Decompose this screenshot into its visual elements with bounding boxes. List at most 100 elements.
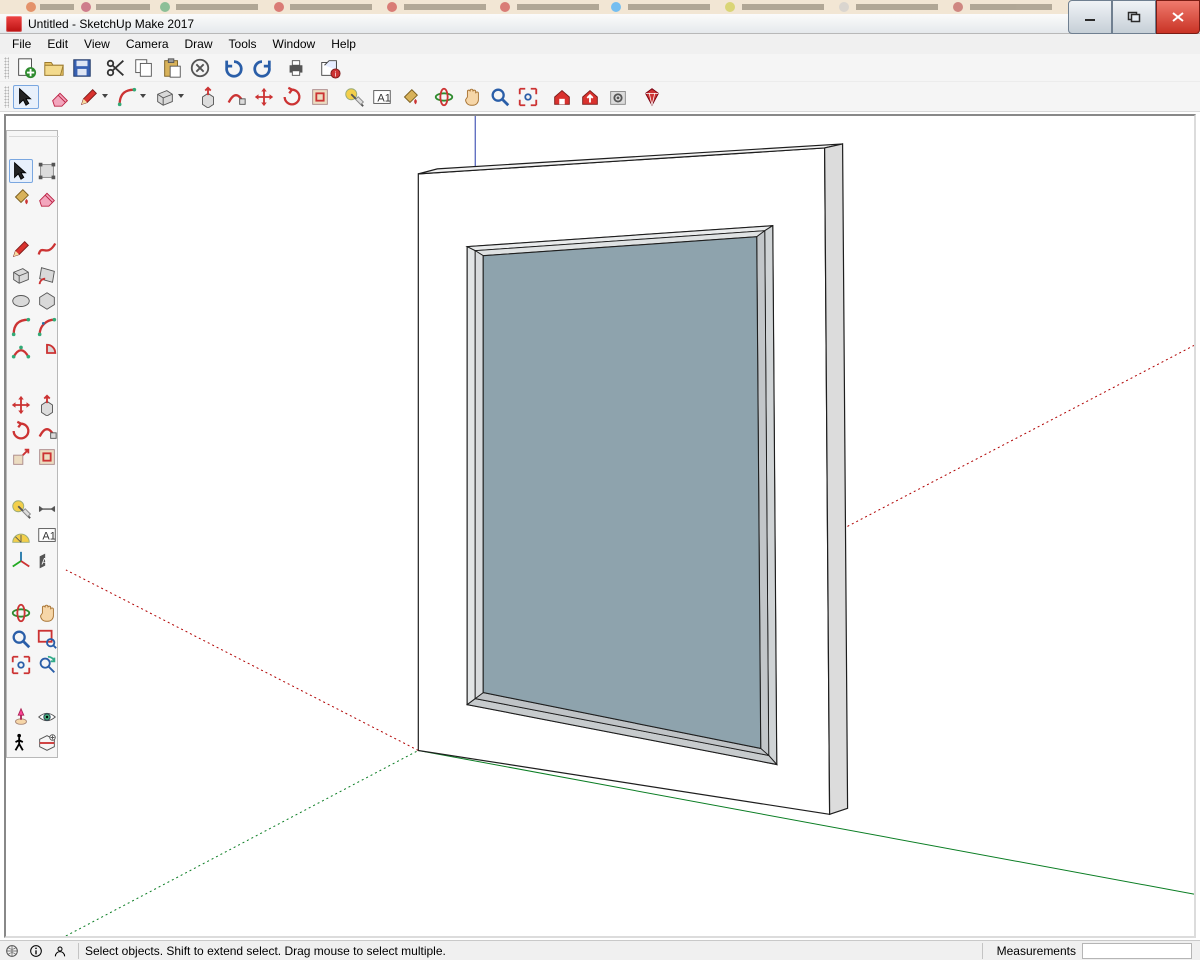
circle-tool[interactable] (9, 289, 33, 313)
menu-draw[interactable]: Draw (177, 35, 221, 53)
dim-tool[interactable] (35, 497, 59, 521)
mag-tool[interactable] (9, 627, 33, 651)
pan-tool[interactable] (459, 85, 485, 109)
prevview-tool[interactable] (35, 653, 59, 677)
open-tool[interactable] (41, 56, 67, 80)
arc3pt-tool[interactable] (9, 341, 33, 365)
pushpull-tool[interactable] (35, 393, 59, 417)
cut-tool[interactable] (103, 56, 129, 80)
menu-window[interactable]: Window (265, 35, 324, 53)
toolbar-grip[interactable] (4, 57, 9, 79)
credits-icon[interactable] (27, 942, 45, 960)
group-separator (9, 471, 59, 476)
zoomext-tool[interactable] (9, 653, 33, 677)
app-icon (6, 16, 22, 32)
menu-tools[interactable]: Tools (221, 35, 265, 53)
arc2pt-tool[interactable] (35, 315, 59, 339)
arc-tool[interactable] (9, 315, 33, 339)
window-maximize-button[interactable] (1112, 0, 1156, 34)
rotrect-tool[interactable] (35, 263, 59, 287)
offset-tool[interactable] (35, 445, 59, 469)
eraser-tool[interactable] (35, 185, 59, 209)
menu-help[interactable]: Help (323, 35, 364, 53)
3dtext-tool[interactable] (35, 549, 59, 573)
sign-in-icon[interactable] (51, 942, 69, 960)
paste-tool[interactable] (159, 56, 185, 80)
3d-viewport[interactable] (4, 114, 1196, 938)
pushpull-tool[interactable] (195, 85, 221, 109)
separator (78, 943, 79, 959)
arc-tool[interactable] (113, 85, 149, 109)
title-bar: Untitled - SketchUp Make 2017 (0, 14, 1200, 34)
lookaround-tool[interactable] (35, 705, 59, 729)
extension-warehouse-tool[interactable] (605, 85, 631, 109)
freehand-tool[interactable] (35, 237, 59, 261)
pencil-tool[interactable] (9, 237, 33, 261)
menu-view[interactable]: View (76, 35, 118, 53)
eraser-tool[interactable] (47, 85, 73, 109)
menu-file[interactable]: File (4, 35, 39, 53)
menu-camera[interactable]: Camera (118, 35, 177, 53)
print-tool[interactable] (283, 56, 309, 80)
window-close-button[interactable] (1156, 0, 1200, 34)
redo-tool[interactable] (249, 56, 275, 80)
offset-tool[interactable] (307, 85, 333, 109)
zoom-extents-tool[interactable] (515, 85, 541, 109)
line-tool[interactable] (75, 85, 111, 109)
hand-tool[interactable] (35, 601, 59, 625)
scale-tool[interactable] (9, 445, 33, 469)
warehouse-get-tool[interactable] (549, 85, 575, 109)
new-from-template-tool[interactable] (13, 56, 39, 80)
tape-tool[interactable] (341, 85, 367, 109)
toolbar-grip[interactable] (4, 86, 9, 108)
camera-tool[interactable] (9, 705, 33, 729)
select-tool[interactable] (13, 85, 39, 109)
undo-tool[interactable] (221, 56, 247, 80)
orbit-tool[interactable] (9, 601, 33, 625)
paint-tool[interactable] (397, 85, 423, 109)
save-tool[interactable] (69, 56, 95, 80)
menu-edit[interactable]: Edit (39, 35, 76, 53)
dropdown-caret-icon (178, 94, 184, 100)
axes-tool[interactable] (9, 549, 33, 573)
rotate-tool[interactable] (279, 85, 305, 109)
delete-tool[interactable] (187, 56, 213, 80)
dropdown-caret-icon (140, 94, 146, 100)
rectangle-tool[interactable] (151, 85, 187, 109)
measurements-input[interactable] (1082, 943, 1192, 959)
group-separator (9, 679, 59, 684)
zoomwin-tool[interactable] (35, 627, 59, 651)
group-separator (9, 575, 59, 580)
rect-tool[interactable] (9, 263, 33, 287)
text-tool[interactable] (369, 85, 395, 109)
orbit-tool[interactable] (431, 85, 457, 109)
large-toolset-toolbar (0, 82, 1200, 112)
followme-tool[interactable] (223, 85, 249, 109)
rotate-tool[interactable] (9, 419, 33, 443)
large-toolset-palette[interactable] (6, 130, 58, 758)
followme-tool[interactable] (35, 419, 59, 443)
window-minimize-button[interactable] (1068, 0, 1112, 34)
menu-bar: FileEditViewCameraDrawToolsWindowHelp (0, 34, 1200, 54)
main-area (0, 112, 1200, 940)
extension-manager-tool[interactable] (639, 85, 665, 109)
status-hint: Select objects. Shift to extend select. … (85, 944, 446, 958)
bucket-tool[interactable] (9, 185, 33, 209)
makecomp-tool[interactable] (35, 159, 59, 183)
pie-tool[interactable] (35, 341, 59, 365)
toolbox-grip[interactable] (9, 133, 59, 139)
section-tool[interactable] (35, 731, 59, 755)
select-tool[interactable] (9, 159, 33, 183)
protractor-tool[interactable] (9, 523, 33, 547)
polygon-tool[interactable] (35, 289, 59, 313)
move4-tool[interactable] (9, 393, 33, 417)
tape-tool[interactable] (9, 497, 33, 521)
zoom-tool[interactable] (487, 85, 513, 109)
geolocation-icon[interactable] (3, 942, 21, 960)
move-tool[interactable] (251, 85, 277, 109)
textA-tool[interactable] (35, 523, 59, 547)
model-info-tool[interactable] (317, 56, 343, 80)
walk-tool[interactable] (9, 731, 33, 755)
copy-tool[interactable] (131, 56, 157, 80)
warehouse-share-tool[interactable] (577, 85, 603, 109)
